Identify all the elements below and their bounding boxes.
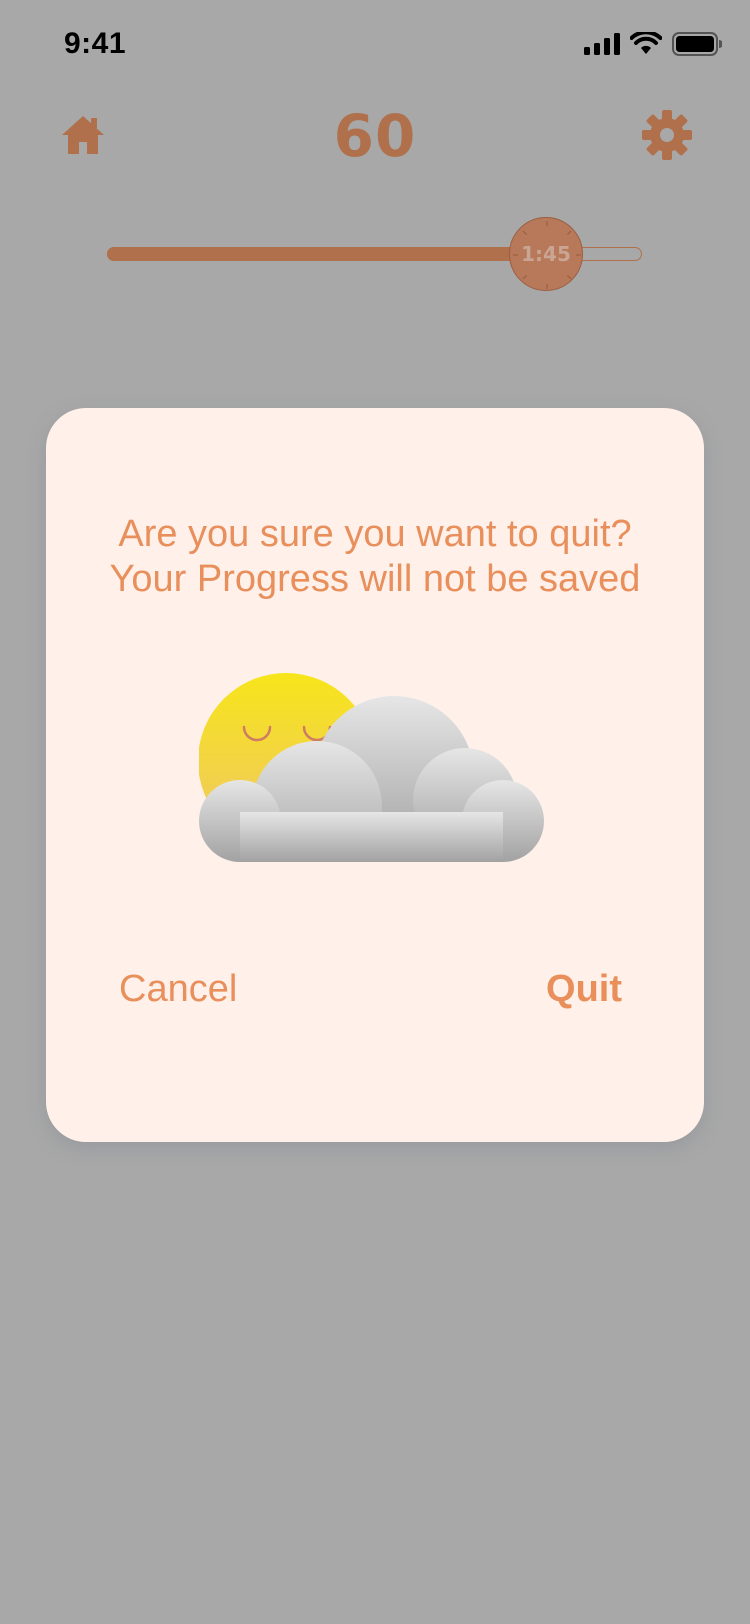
sleepy-sun-cloud-icon [199, 673, 544, 862]
battery-icon [672, 32, 722, 56]
status-bar: 9:41 [0, 0, 750, 92]
quit-confirmation-dialog: Are you sure you want to quit? Your Prog… [46, 408, 704, 1142]
wifi-icon [630, 32, 662, 54]
dialog-message: Are you sure you want to quit? Your Prog… [46, 512, 704, 602]
status-icons [584, 32, 722, 56]
slider-knob[interactable]: 1:45 [509, 217, 583, 291]
dialog-message-line2: Your Progress will not be saved [109, 558, 641, 600]
timer-label: 1:45 [521, 242, 571, 266]
score-counter: 60 [333, 102, 417, 170]
header: 60 [0, 92, 750, 222]
settings-button[interactable] [641, 109, 693, 161]
cancel-button[interactable]: Cancel [119, 968, 237, 1011]
gear-icon [642, 110, 692, 160]
timer-slider[interactable]: 1:45 [107, 217, 644, 291]
dialog-message-line1: Are you sure you want to quit? [118, 513, 632, 555]
quit-button[interactable]: Quit [546, 968, 622, 1011]
status-time: 9:41 [64, 27, 127, 60]
cellular-signal-icon [584, 33, 620, 55]
slider-fill [107, 247, 546, 261]
